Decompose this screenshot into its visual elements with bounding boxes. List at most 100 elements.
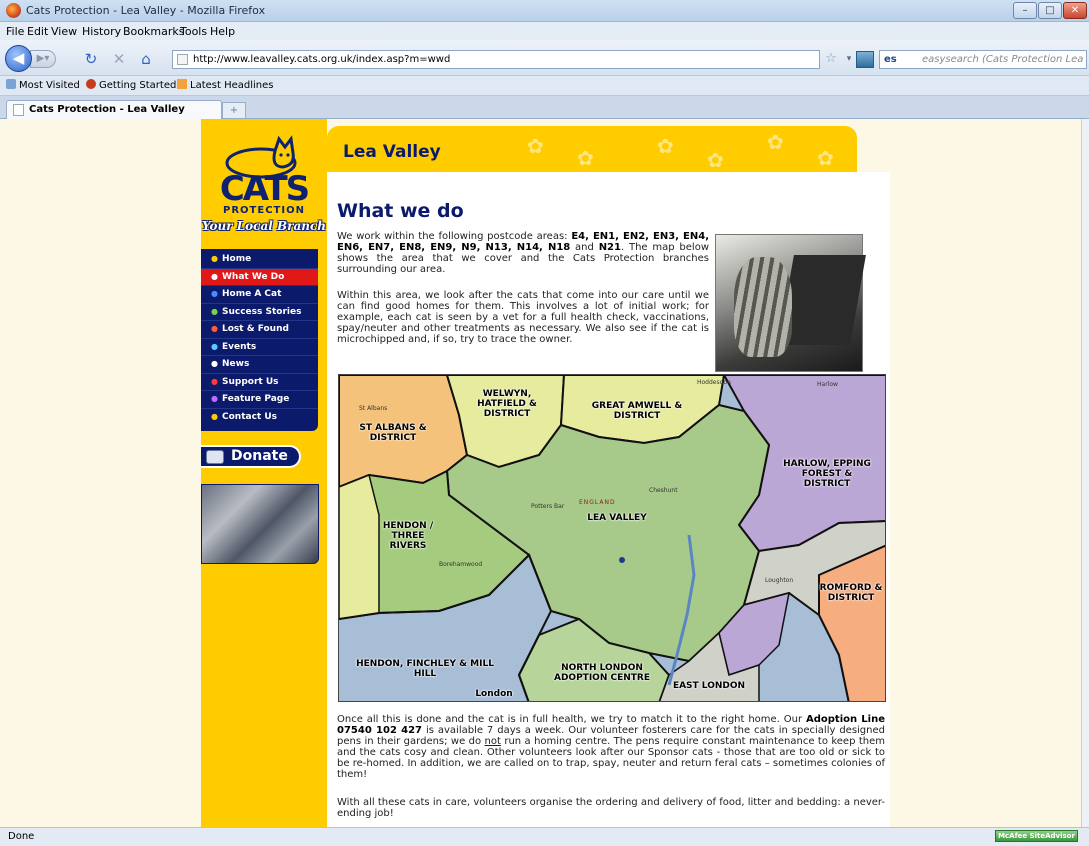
mcafee-siteadvisor-badge[interactable]: McAfee SiteAdvisor (995, 830, 1078, 842)
paw-icon: ● (211, 271, 218, 281)
search-placeholder: easysearch (Cats Protection Lea Vall (922, 54, 1087, 65)
nav-support-us[interactable]: ● Support Us (201, 374, 318, 391)
paw-pattern-icon: ✿ (577, 146, 594, 170)
menu-view[interactable]: View (51, 25, 77, 38)
map-label-london: London (475, 689, 513, 699)
branch-area-map: ST ALBANS & DISTRICT WELWYN, HATFIELD & … (338, 374, 886, 702)
reload-icon[interactable]: ↻ (82, 50, 100, 68)
map-label-great-amwell: GREAT AMWELL & DISTRICT (591, 401, 683, 421)
paw-icon: ● (211, 324, 218, 333)
window-title: Cats Protection - Lea Valley - Mozilla F… (26, 4, 266, 17)
address-bar[interactable]: http://www.leavalley.cats.org.uk/index.a… (172, 50, 820, 69)
page-favicon (177, 54, 188, 65)
search-box[interactable]: es easysearch (Cats Protection Lea Vall (879, 50, 1087, 69)
map-place-cheshunt: Cheshunt (649, 487, 678, 494)
close-button[interactable]: ✕ (1063, 2, 1087, 19)
stop-icon[interactable]: ✕ (110, 50, 128, 68)
map-label-romford: ROMFORD & DISTRICT (819, 583, 883, 603)
page-banner: ✿ ✿ ✿ ✿ ✿ ✿ Lea Valley (327, 126, 857, 172)
home-icon[interactable]: ⌂ (137, 50, 155, 68)
menu-help[interactable]: Help (210, 25, 235, 38)
map-place-harlow: Harlow (817, 381, 838, 388)
paw-icon: ● (211, 341, 218, 351)
paw-icon: ● (211, 411, 218, 421)
paw-pattern-icon: ✿ (817, 146, 834, 170)
nav-events[interactable]: ● Events (201, 339, 318, 356)
logo-tagline: Your Local Branch (201, 219, 326, 233)
most-visited-icon (6, 79, 16, 89)
vertical-scrollbar[interactable] (1081, 119, 1089, 827)
paw-pattern-icon: ✿ (527, 134, 544, 158)
logo-text: CATS (219, 169, 310, 209)
paw-pattern-icon: ✿ (767, 130, 784, 154)
page-viewport: CATS PROTECTION Your Local Branch ● Home … (0, 119, 1081, 827)
menu-bar: File Edit View History Bookmarks Tools H… (0, 22, 1089, 40)
url-text: http://www.leavalley.cats.org.uk/index.a… (193, 54, 451, 65)
bookmark-star-icon[interactable]: ☆ (822, 50, 840, 68)
map-label-lea-valley: LEA VALLEY (587, 513, 647, 523)
navigation-toolbar: ▶▾ ◀ ↻ ✕ ⌂ http://www.leavalley.cats.org… (0, 40, 1089, 76)
map-label-east-london: EAST LONDON (672, 681, 746, 691)
map-label-hendon-three-rivers: HENDON / THREE RIVERS (382, 521, 434, 551)
maximize-button[interactable]: □ (1038, 2, 1062, 19)
donate-button[interactable]: Donate (201, 445, 301, 468)
getting-started-icon (86, 79, 96, 89)
cat-shape (734, 257, 792, 357)
menu-tools[interactable]: Tools (180, 25, 207, 38)
bookmark-getting-started[interactable]: Getting Started (86, 79, 176, 91)
cats-protection-logo[interactable]: CATS PROTECTION Your Local Branch (201, 131, 326, 235)
paw-icon: ● (211, 289, 218, 298)
paw-pattern-icon: ✿ (657, 134, 674, 158)
map-label-harlow: HARLOW, EPPING FOREST & DISTRICT (783, 459, 871, 489)
back-button[interactable]: ◀ (5, 45, 32, 72)
menu-file[interactable]: File (6, 25, 24, 38)
map-label-welwyn: WELWYN, HATFIELD & DISTRICT (477, 389, 537, 419)
rss-icon (177, 79, 187, 89)
intro-paragraph: We work within the following postcode ar… (337, 231, 710, 275)
forward-button[interactable]: ▶▾ (30, 50, 56, 68)
tab-favicon (13, 104, 24, 116)
nav-contact-us[interactable]: ● Contact Us (201, 409, 318, 427)
nav-home[interactable]: ● Home (201, 251, 318, 269)
menu-history[interactable]: History (82, 25, 121, 38)
map-place-hoddesdon: Hoddesdon (697, 379, 731, 386)
map-place-potters-bar: Potters Bar (531, 503, 565, 510)
tab-cats-protection[interactable]: Cats Protection - Lea Valley (6, 100, 222, 119)
nav-feature-page[interactable]: ● Feature Page (201, 391, 318, 409)
map-place-england: ENGLAND (579, 499, 616, 506)
paw-pattern-icon: ✿ (707, 148, 724, 172)
bookmarks-toolbar: Most Visited Getting Started Latest Head… (0, 76, 1089, 96)
page-icon[interactable] (856, 51, 874, 68)
paw-icon: ● (211, 394, 218, 403)
nav-home-a-cat[interactable]: ● Home A Cat (201, 286, 318, 304)
menu-bookmarks[interactable]: Bookmarks (123, 25, 184, 38)
logo-subtitle: PROTECTION (223, 205, 305, 216)
map-place-borehamwood: Borehamwood (439, 561, 483, 568)
nav-success-stories[interactable]: ● Success Stories (201, 304, 318, 321)
supplies-paragraph: With all these cats in care, volunteers … (337, 797, 885, 819)
sidebar-cat-photo (201, 484, 319, 564)
minimize-button[interactable]: – (1013, 2, 1037, 19)
paw-icon: ● (211, 359, 218, 368)
nav-news[interactable]: ● News (201, 356, 318, 374)
donate-card-icon (206, 450, 224, 464)
new-tab-button[interactable]: + (222, 102, 246, 119)
search-engine-label[interactable]: es (884, 51, 897, 68)
status-text: Done (8, 831, 35, 842)
bookmark-latest-headlines[interactable]: Latest Headlines (177, 79, 274, 91)
paw-icon: ● (211, 254, 218, 263)
site-navigation: ● Home ● What We Do ● Home A Cat ● Success S… (201, 249, 318, 431)
nav-what-we-do[interactable]: ● What We Do (201, 268, 318, 286)
menu-edit[interactable]: Edit (27, 25, 48, 38)
paw-icon: ● (211, 306, 218, 316)
window-titlebar: Cats Protection - Lea Valley - Mozilla F… (0, 0, 1089, 22)
nav-lost-found[interactable]: ● Lost & Found (201, 321, 318, 339)
map-label-st-albans: ST ALBANS & DISTRICT (359, 423, 427, 443)
map-place-st-albans: St Albans (359, 405, 388, 412)
map-label-hendon-finchley: HENDON, FINCHLEY & MILL HILL (356, 659, 494, 679)
bookmark-most-visited[interactable]: Most Visited (6, 79, 80, 91)
page-title: What we do (337, 200, 464, 222)
paw-icon: ● (211, 376, 218, 386)
care-paragraph: Within this area, we look after the cats… (337, 290, 709, 345)
map-place-loughton: Loughton (765, 577, 794, 584)
